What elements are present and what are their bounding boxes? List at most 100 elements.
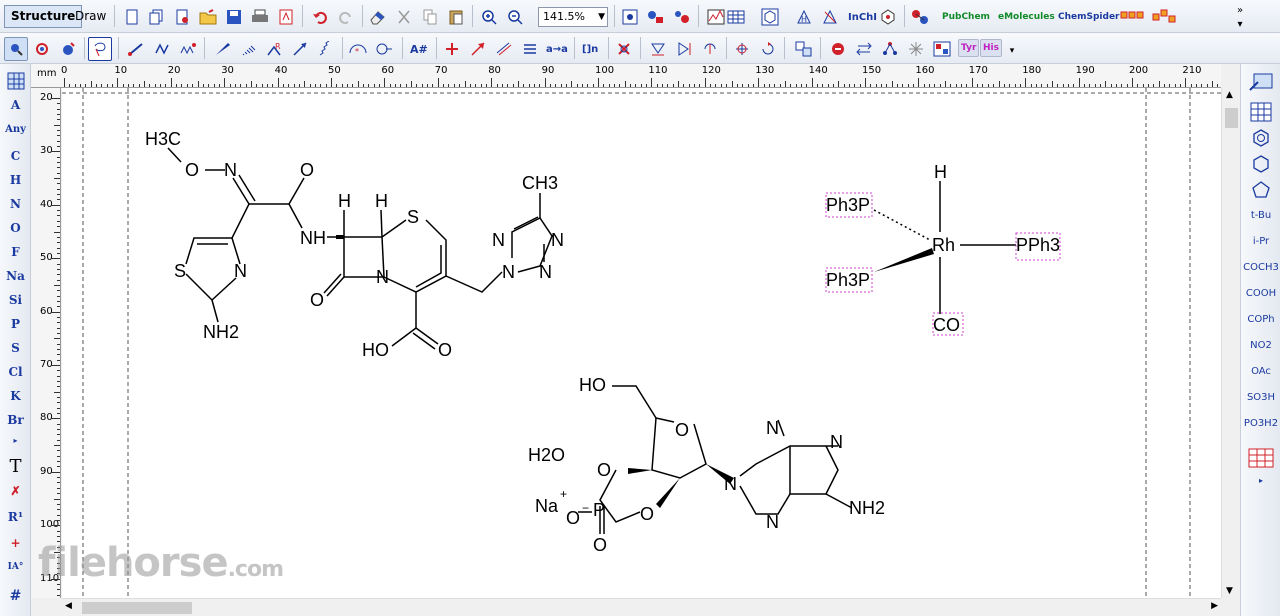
wavy-chain-icon[interactable] xyxy=(176,37,200,61)
open-folder-icon[interactable] xyxy=(196,5,220,29)
flip-horizontal-icon[interactable] xyxy=(672,37,696,61)
user-groups-icon[interactable] xyxy=(1241,448,1280,471)
element-F[interactable]: F xyxy=(0,245,31,259)
periodic-table-icon[interactable] xyxy=(0,72,31,93)
element-C[interactable]: C xyxy=(0,149,31,163)
zoom-in-icon[interactable] xyxy=(477,5,501,29)
structure-view-icon[interactable] xyxy=(644,5,668,29)
single-bond-icon[interactable] xyxy=(124,37,148,61)
molecule-3d-icon[interactable] xyxy=(908,5,932,29)
print-icon[interactable] xyxy=(248,5,272,29)
no-entry-icon[interactable] xyxy=(826,37,850,61)
clean-structure-icon[interactable] xyxy=(758,5,782,29)
element-O[interactable]: O xyxy=(0,221,31,235)
network-icon[interactable] xyxy=(878,37,902,61)
drawing-canvas[interactable]: H3C O N O NH H H S N S NH2 O N HO O CH3 … xyxy=(62,88,1221,598)
chemspider-button[interactable]: ChemSpider xyxy=(1056,5,1122,29)
group-coch3[interactable]: COCH3 xyxy=(1241,262,1280,273)
element-S[interactable]: S xyxy=(0,341,31,355)
lasso-icon[interactable] xyxy=(30,37,54,61)
explode-icon[interactable] xyxy=(904,37,928,61)
new-window-icon[interactable] xyxy=(144,5,168,29)
paste-icon[interactable] xyxy=(444,5,468,29)
color-table-icon[interactable] xyxy=(930,37,954,61)
zoom-select[interactable]: 141.5% ▼ xyxy=(538,7,608,27)
atom-map-button[interactable]: a→a xyxy=(544,37,570,61)
scroll-down-icon[interactable]: ▼ xyxy=(1226,586,1233,596)
text-tool[interactable]: T xyxy=(0,456,31,477)
vertical-scrollbar[interactable]: ▲ ▼ xyxy=(1221,88,1240,598)
atom-number-button[interactable]: A# xyxy=(408,37,430,61)
select-frame-icon[interactable] xyxy=(618,5,642,29)
rhodium-complex[interactable]: H Rh Ph3P Ph3P PPh3 CO xyxy=(825,162,1061,336)
plus-icon[interactable] xyxy=(440,37,464,61)
camp-molecule[interactable]: HO O O O P O O N N N N NH2 H2O Na + − xyxy=(528,375,885,555)
pdf-export-icon[interactable] xyxy=(274,5,298,29)
save-icon[interactable] xyxy=(222,5,246,29)
stereo-r-icon[interactable]: R xyxy=(262,37,286,61)
horizontal-scrollbar[interactable]: ◀ ▶ xyxy=(62,598,1221,616)
bracket-button[interactable]: []n xyxy=(580,37,600,61)
cut-icon[interactable] xyxy=(392,5,416,29)
element-Br[interactable]: Br xyxy=(0,413,31,427)
group-ipr[interactable]: i-Pr xyxy=(1241,236,1280,247)
element-Si[interactable]: Si xyxy=(0,293,31,307)
tyr-button[interactable]: Tyr xyxy=(958,39,980,57)
hydrogen-remove-icon[interactable] xyxy=(818,5,842,29)
eraser-icon[interactable] xyxy=(366,5,390,29)
group-tbu[interactable]: t-Bu xyxy=(1241,210,1280,221)
his-button[interactable]: His xyxy=(980,39,1002,57)
expand-arrow-icon[interactable]: ▸ xyxy=(1241,476,1280,485)
lasso-select-icon[interactable] xyxy=(88,37,112,61)
arrow-bond-icon[interactable] xyxy=(288,37,312,61)
reaction-arrow-icon[interactable] xyxy=(466,37,490,61)
element-Na[interactable]: Na xyxy=(0,269,31,283)
rotate-free-icon[interactable] xyxy=(698,37,722,61)
element-N[interactable]: N xyxy=(0,197,31,211)
charge-plus-tool[interactable]: + xyxy=(0,536,31,550)
copy-icon[interactable] xyxy=(418,5,442,29)
dropdown-chevron-icon[interactable]: ▾ xyxy=(1230,17,1250,31)
element-K[interactable]: K xyxy=(0,389,31,403)
zoom-out-icon[interactable] xyxy=(503,5,527,29)
scroll-right-icon[interactable]: ▶ xyxy=(1211,601,1218,611)
align-icon[interactable] xyxy=(518,37,542,61)
select-tool-icon[interactable] xyxy=(4,37,28,61)
zigzag-bond-icon[interactable] xyxy=(314,37,338,61)
scroll-thumb[interactable] xyxy=(82,602,192,614)
table-grid-icon[interactable] xyxy=(724,5,748,29)
chiral-icon[interactable]: * xyxy=(346,37,370,61)
name-to-structure-icon[interactable] xyxy=(876,5,900,29)
element-A[interactable]: A xyxy=(0,98,31,112)
cyclopentane-icon[interactable] xyxy=(1241,180,1280,203)
element-Cl[interactable]: Cl xyxy=(0,365,31,379)
group-coph[interactable]: COPh xyxy=(1241,314,1280,325)
delete-bond-icon[interactable] xyxy=(612,37,636,61)
group-po3h2[interactable]: PO3H2 xyxy=(1241,418,1280,429)
3d-view-icon[interactable] xyxy=(670,5,694,29)
scroll-thumb[interactable] xyxy=(1225,108,1238,128)
group-cooh[interactable]: COOH xyxy=(1241,288,1280,299)
benzene-icon[interactable] xyxy=(1241,128,1280,151)
ring-table-icon[interactable] xyxy=(1241,102,1280,125)
new-document-icon[interactable] xyxy=(120,5,144,29)
resonance-arrow-icon[interactable] xyxy=(492,37,516,61)
undo-icon[interactable] xyxy=(308,5,332,29)
pubchem-button[interactable]: PubChem xyxy=(940,5,992,29)
rotate-left-icon[interactable] xyxy=(730,37,754,61)
hydrogen-toggle-icon[interactable]: H xyxy=(792,5,816,29)
scroll-up-icon[interactable]: ▲ xyxy=(1226,90,1233,100)
rotate-tool-icon[interactable] xyxy=(56,37,80,61)
hash-tool[interactable]: # xyxy=(0,588,31,604)
element-any[interactable]: Any xyxy=(0,124,31,135)
ring-select-icon[interactable] xyxy=(372,37,396,61)
chain-icon[interactable] xyxy=(150,37,174,61)
scroll-left-icon[interactable]: ◀ xyxy=(65,601,72,611)
cyclohexane-icon[interactable] xyxy=(1241,154,1280,177)
inchi-button[interactable]: InChI xyxy=(846,5,879,29)
arrange-icon[interactable] xyxy=(1152,5,1176,29)
emolecules-button[interactable]: eMolecules xyxy=(996,5,1057,29)
redo-icon[interactable] xyxy=(334,5,358,29)
flip-vertical-icon[interactable] xyxy=(646,37,670,61)
rotate-right-icon[interactable] xyxy=(756,37,780,61)
